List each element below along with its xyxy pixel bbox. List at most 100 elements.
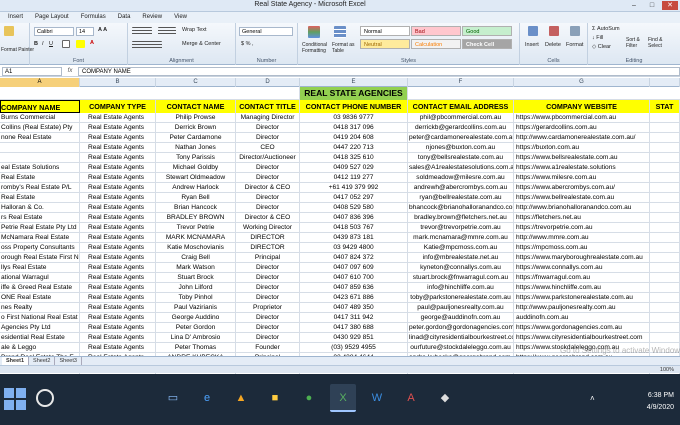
- table-cell[interactable]: DIRECTOR: [236, 233, 300, 243]
- table-cell[interactable]: Real Estate Agents: [80, 263, 156, 273]
- table-cell[interactable]: 0447 220 713: [300, 143, 408, 153]
- excel-icon[interactable]: X: [330, 384, 356, 412]
- table-cell[interactable]: https://www.pbcommercial.com.au: [514, 113, 650, 123]
- table-cell[interactable]: romby's Real Estate P/L: [0, 183, 80, 193]
- table-cell[interactable]: McNamara Real Estate: [0, 233, 80, 243]
- agency-title-cell[interactable]: REAL STATE AGENCIES: [300, 87, 408, 100]
- table-cell[interactable]: iffe & Greed Real Estate: [0, 283, 80, 293]
- table-cell[interactable]: https://www.abercrombys.com.au/: [514, 183, 650, 193]
- table-cell[interactable]: info@mbrealestate.net.au: [408, 253, 514, 263]
- table-cell[interactable]: [650, 263, 680, 273]
- table-cell[interactable]: Real Estate Agents: [80, 273, 156, 283]
- search-icon[interactable]: [36, 389, 54, 407]
- table-cell[interactable]: Paul Vazirianis: [156, 303, 236, 313]
- table-cell[interactable]: eal Estate Solutions: [0, 163, 80, 173]
- table-cell[interactable]: ational Warragul: [0, 273, 80, 283]
- table-cell[interactable]: BRADLEY BROWN: [156, 213, 236, 223]
- table-cell[interactable]: [650, 143, 680, 153]
- align-left-icon[interactable]: [132, 41, 162, 49]
- table-cell[interactable]: 0409 527 029: [300, 163, 408, 173]
- tab-formulas[interactable]: Formulas: [75, 12, 112, 23]
- font-name-select[interactable]: Calibri: [34, 27, 74, 36]
- format-cells-icon[interactable]: [570, 26, 580, 36]
- table-cell[interactable]: Real Estate Agents: [80, 293, 156, 303]
- table-cell[interactable]: https://mpcmoss.com.au: [514, 243, 650, 253]
- table-cell[interactable]: John Lilford: [156, 283, 236, 293]
- table-cell[interactable]: Managing Director: [236, 113, 300, 123]
- table-cell[interactable]: 0408 529 580: [300, 203, 408, 213]
- table-cell[interactable]: Real Estate Agents: [80, 303, 156, 313]
- header-cell[interactable]: COMPANY WEBSITE: [514, 100, 650, 113]
- number-format-select[interactable]: General: [239, 27, 293, 36]
- style-normal[interactable]: Normal: [360, 26, 410, 36]
- table-cell[interactable]: https://fnwarragul.com.au: [514, 273, 650, 283]
- table-cell[interactable]: Real Estate: [0, 173, 80, 183]
- fill-button[interactable]: ↓ Fill: [592, 35, 603, 41]
- table-cell[interactable]: [650, 323, 680, 333]
- find-select-button[interactable]: Find & Select: [648, 37, 672, 49]
- table-cell[interactable]: Director & CEO: [236, 213, 300, 223]
- table-cell[interactable]: Director: [236, 293, 300, 303]
- empty-cells[interactable]: [0, 87, 300, 100]
- table-cell[interactable]: mark.mcnamara@mmre.com.au: [408, 233, 514, 243]
- table-cell[interactable]: Real Estate Agents: [80, 253, 156, 263]
- table-cell[interactable]: peter.gordon@gordonagencies.com.au: [408, 323, 514, 333]
- table-cell[interactable]: Real Estate Agents: [80, 333, 156, 343]
- merge-center-button[interactable]: Merge & Center: [182, 41, 221, 47]
- chrome-icon[interactable]: ●: [296, 384, 322, 412]
- table-cell[interactable]: tony@bellsrealestate.com.au: [408, 153, 514, 163]
- table-cell[interactable]: 0407 489 350: [300, 303, 408, 313]
- table-cell[interactable]: Real Estate Agents: [80, 343, 156, 353]
- column-header-b[interactable]: B: [80, 78, 156, 87]
- table-cell[interactable]: Stuart Brock: [156, 273, 236, 283]
- table-cell[interactable]: [650, 113, 680, 123]
- table-cell[interactable]: 0412 119 277: [300, 173, 408, 183]
- table-cell[interactable]: Real Estate: [0, 193, 80, 203]
- align-top-icon[interactable]: [132, 27, 152, 35]
- table-cell[interactable]: Katie Moschovianis: [156, 243, 236, 253]
- file-explorer-icon[interactable]: ▭: [160, 384, 186, 412]
- tab-view[interactable]: View: [168, 12, 193, 23]
- table-cell[interactable]: http://www.mmre.com.au: [514, 233, 650, 243]
- clock-date[interactable]: 4/9/2020: [647, 404, 674, 411]
- sheet-tab-sheet1[interactable]: Sheet1: [2, 357, 30, 365]
- table-cell[interactable]: njones@buxton.com.au: [408, 143, 514, 153]
- table-cell[interactable]: Peter Gordon: [156, 323, 236, 333]
- style-good[interactable]: Good: [462, 26, 512, 36]
- table-cell[interactable]: Director: [236, 133, 300, 143]
- conditional-formatting-icon[interactable]: [308, 26, 320, 38]
- table-cell[interactable]: https://www.parkstonerealestate.com.au: [514, 293, 650, 303]
- table-cell[interactable]: Director/Auctioneer: [236, 153, 300, 163]
- table-cell[interactable]: Real Estate Agents: [80, 173, 156, 183]
- table-cell[interactable]: 0407 097 609: [300, 263, 408, 273]
- table-cell[interactable]: info@hinchliffe.com.au: [408, 283, 514, 293]
- delete-button[interactable]: Delete: [545, 42, 561, 48]
- table-cell[interactable]: https://fletchers.net.au: [514, 213, 650, 223]
- table-cell[interactable]: Real Estate Agents: [80, 183, 156, 193]
- table-cell[interactable]: Collins (Real Estate) Pty: [0, 123, 80, 133]
- autosum-button[interactable]: Σ AutoSum: [592, 26, 620, 32]
- table-cell[interactable]: https://buxton.com.au: [514, 143, 650, 153]
- table-cell[interactable]: [650, 123, 680, 133]
- table-cell[interactable]: sales@A1realestatesolutions.com.au: [408, 163, 514, 173]
- table-cell[interactable]: 0418 503 767: [300, 223, 408, 233]
- table-cell[interactable]: Director & CEO: [236, 183, 300, 193]
- table-cell[interactable]: Agencies Pty Ltd: [0, 323, 80, 333]
- table-cell[interactable]: [650, 223, 680, 233]
- table-cell[interactable]: 0417 380 688: [300, 323, 408, 333]
- table-cell[interactable]: oss Property Consultants: [0, 243, 80, 253]
- table-cell[interactable]: Halloran & Co.: [0, 203, 80, 213]
- column-header-e[interactable]: E: [300, 78, 408, 87]
- sheet-tab-sheet2[interactable]: Sheet2: [29, 357, 56, 365]
- table-cell[interactable]: trevor@trevorpetrie.com.au: [408, 223, 514, 233]
- table-cell[interactable]: Director: [236, 273, 300, 283]
- table-cell[interactable]: Real Estate Agents: [80, 323, 156, 333]
- table-cell[interactable]: ryan@bellrealestate.com.au: [408, 193, 514, 203]
- style-bad[interactable]: Bad: [411, 26, 461, 36]
- copy-icon[interactable]: [4, 26, 14, 36]
- table-cell[interactable]: https://www.connallys.com.au: [514, 263, 650, 273]
- column-header-d[interactable]: D: [236, 78, 300, 87]
- app-icon[interactable]: ◆: [432, 384, 458, 412]
- column-header-f[interactable]: F: [408, 78, 514, 87]
- table-cell[interactable]: ourfuture@stockdaleleggo.com.au: [408, 343, 514, 353]
